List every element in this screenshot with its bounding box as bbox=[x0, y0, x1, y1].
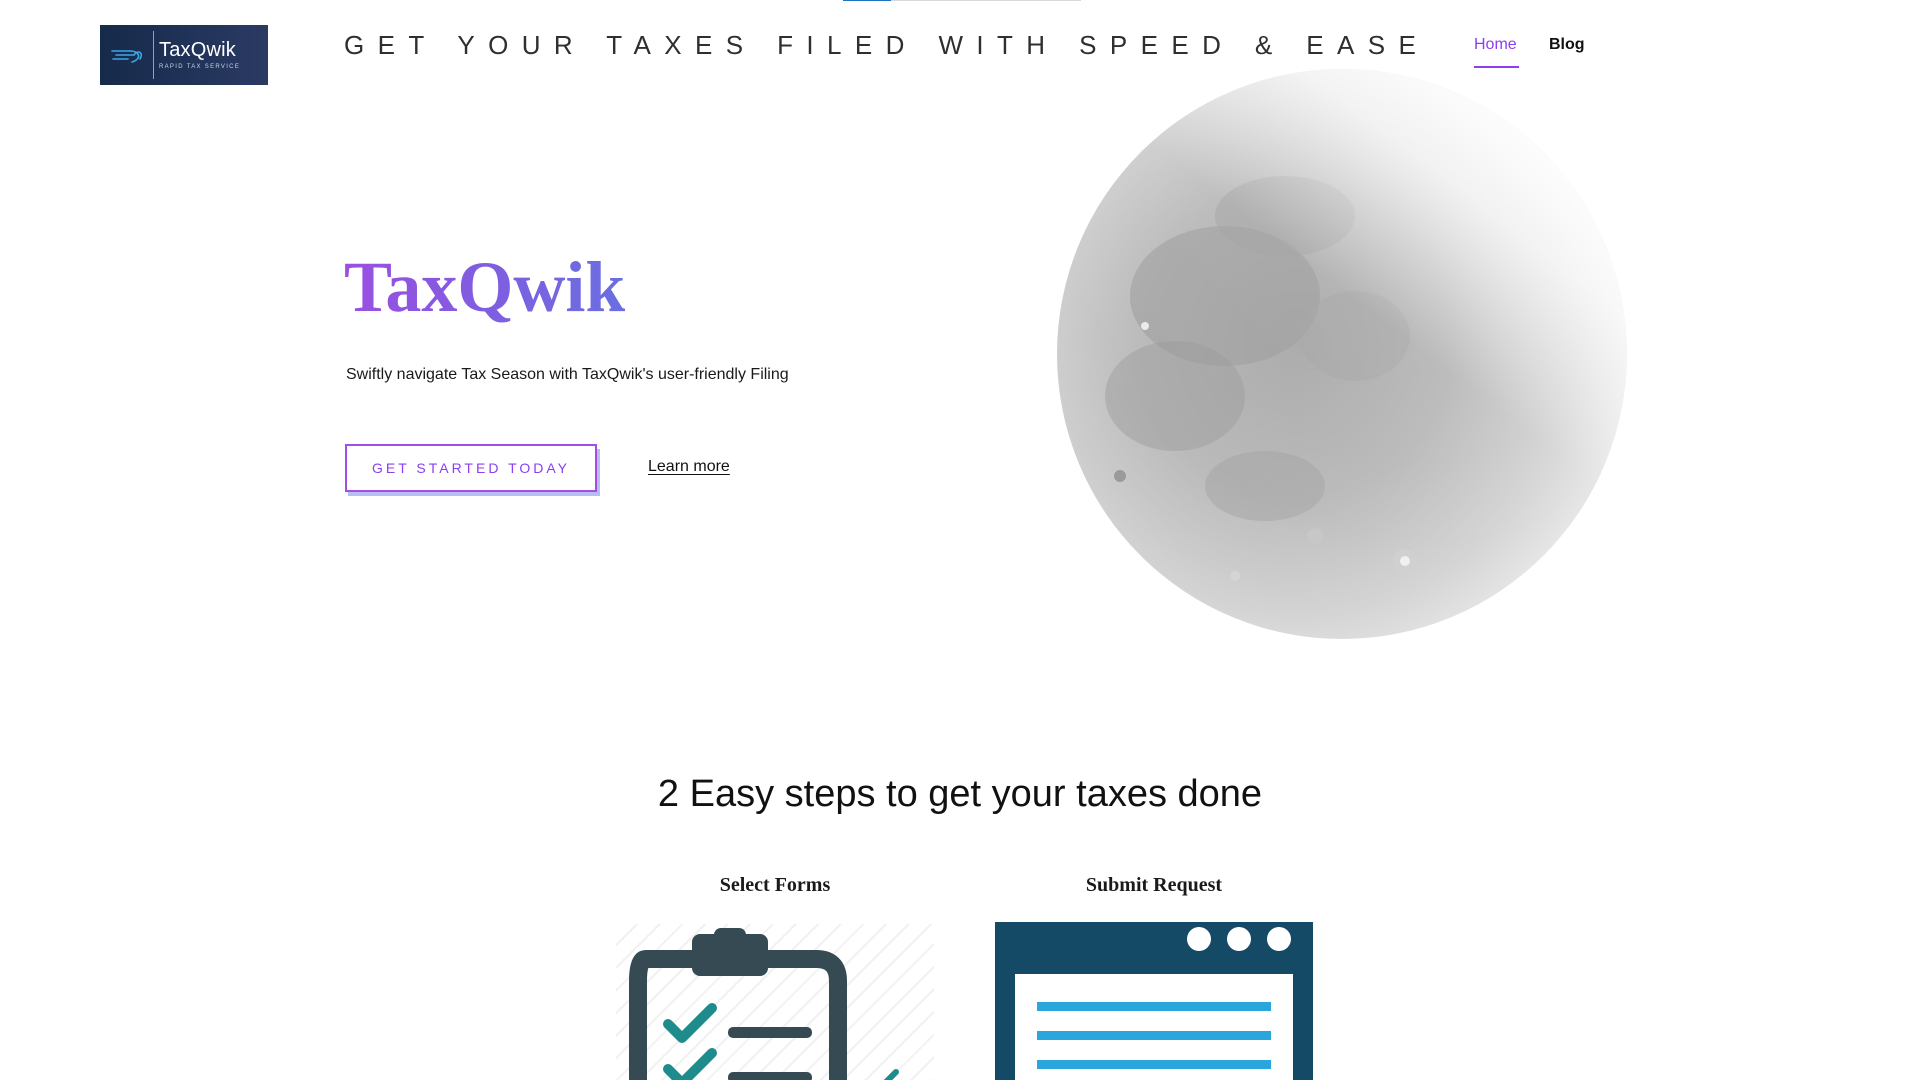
step-select-forms-title: Select Forms bbox=[719, 874, 831, 896]
browser-window-form-icon bbox=[995, 922, 1313, 1080]
logo-name: TaxQwik bbox=[159, 39, 236, 61]
speed-lines-icon bbox=[111, 50, 143, 63]
site-tagline: GET YOUR TAXES FILED WITH SPEED & EASE bbox=[344, 30, 1430, 60]
logo-divider bbox=[153, 31, 154, 79]
moon-image bbox=[1055, 66, 1629, 642]
learn-more-link[interactable]: Learn more bbox=[648, 458, 730, 476]
get-started-button[interactable]: GET STARTED TODAY bbox=[345, 444, 597, 492]
site-logo[interactable]: TaxQwik RAPID TAX SERVICE bbox=[100, 25, 268, 85]
steps-heading: 2 Easy steps to get your taxes done bbox=[657, 773, 1263, 815]
step-submit-request-title: Submit Request bbox=[1085, 874, 1223, 896]
hero-title: TaxQwik bbox=[344, 247, 626, 327]
hero-subtitle: Swiftly navigate Tax Season with TaxQwik… bbox=[346, 366, 789, 383]
nav-home-link[interactable]: Home bbox=[1474, 36, 1517, 54]
loading-bar-fill bbox=[843, 0, 891, 1]
page: TaxQwik RAPID TAX SERVICE GET YOUR TAXES… bbox=[0, 0, 1920, 1080]
nav-blog-link[interactable]: Blog bbox=[1549, 36, 1585, 54]
logo-subtitle: RAPID TAX SERVICE bbox=[159, 64, 241, 70]
clipboard-checklist-icon bbox=[616, 924, 934, 1080]
loading-bar bbox=[843, 0, 1081, 1]
